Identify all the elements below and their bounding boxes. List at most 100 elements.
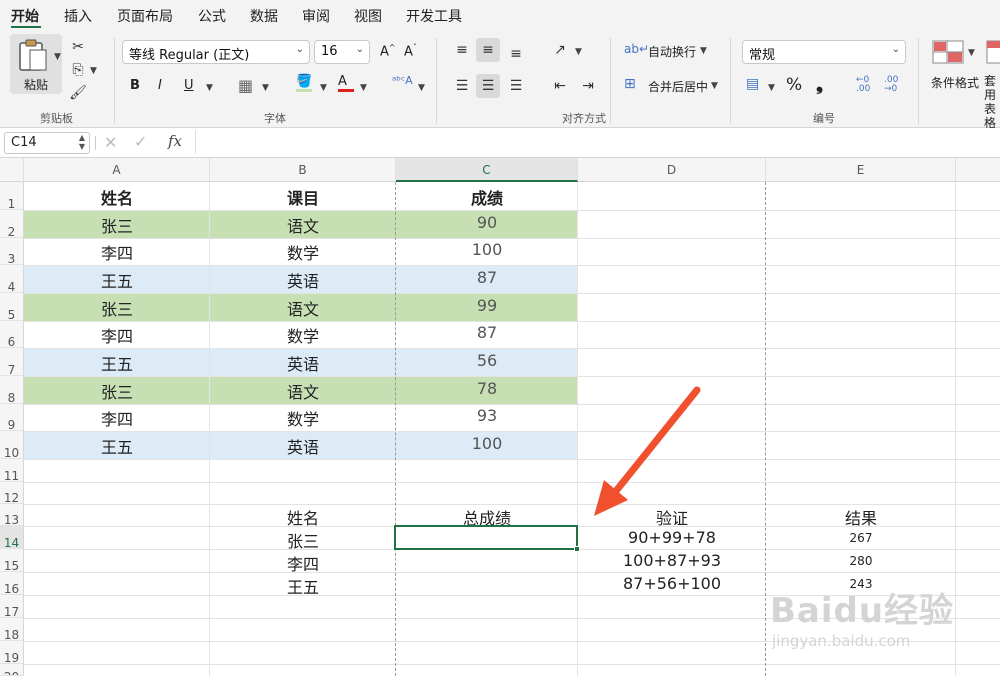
merge-center-caret[interactable]: ▼	[711, 81, 718, 91]
tab-review[interactable]: 审阅	[302, 6, 330, 26]
summary-cell-name[interactable]: 李四	[210, 551, 396, 575]
summary-cell-name[interactable]: 张三	[210, 528, 396, 552]
name-box-stepper-icon[interactable]: ▲ ▼	[79, 133, 85, 151]
summary-cell-check[interactable]: 87+56+100	[578, 574, 766, 593]
row-header-11[interactable]: 11	[0, 459, 24, 483]
select-all-corner[interactable]	[0, 158, 24, 182]
underline-options-caret[interactable]: ▼	[206, 83, 213, 93]
align-right-icon[interactable]: ☰	[504, 74, 528, 98]
summary-header-check[interactable]: 验证	[578, 505, 766, 529]
increase-decimal-icon[interactable]: ←0.00	[856, 76, 870, 94]
tab-page-layout[interactable]: 页面布局	[117, 6, 173, 26]
selected-cell-c14[interactable]	[394, 525, 578, 550]
phonetic-icon[interactable]: ᵃᵇᶜA	[392, 74, 413, 87]
table-cell-subject[interactable]: 数学	[210, 240, 396, 264]
row-header-17[interactable]: 17	[0, 595, 24, 619]
table-cell-name[interactable]: 李四	[24, 240, 210, 264]
row-header-14[interactable]: 14	[0, 526, 24, 550]
table-cell-score[interactable]: 78	[396, 379, 578, 398]
row-header-20[interactable]: 20	[0, 664, 24, 676]
table-format-icon[interactable]	[986, 40, 1000, 66]
table-cell-score[interactable]: 100	[396, 434, 578, 453]
wrap-text-caret[interactable]: ▼	[700, 46, 707, 56]
table-cell-subject[interactable]: 数学	[210, 323, 396, 347]
tab-insert[interactable]: 插入	[64, 6, 92, 26]
conditional-format-caret[interactable]: ▼	[968, 48, 975, 58]
table-cell-score[interactable]: 93	[396, 406, 578, 425]
table-cell-score[interactable]: 99	[396, 296, 578, 315]
table-format-button[interactable]: 套用表格	[984, 74, 1000, 130]
increase-indent-icon[interactable]: ⇥	[576, 74, 600, 98]
tab-view[interactable]: 视图	[354, 6, 382, 26]
row-header-15[interactable]: 15	[0, 549, 24, 573]
table-cell-name[interactable]: 张三	[24, 379, 210, 403]
row-header-4[interactable]: 4	[0, 265, 24, 294]
summary-header-result[interactable]: 结果	[766, 505, 956, 529]
comma-style-icon[interactable]: ❟	[816, 74, 823, 95]
align-left-icon[interactable]: ☰	[450, 74, 474, 98]
percent-icon[interactable]: %	[786, 75, 802, 95]
row-header-2[interactable]: 2	[0, 210, 24, 239]
decrease-decimal-icon[interactable]: .00 →0	[884, 76, 898, 94]
phonetic-caret[interactable]: ▼	[418, 83, 425, 93]
decrease-indent-icon[interactable]: ⇤	[548, 74, 572, 98]
summary-cell-check[interactable]: 100+87+93	[578, 551, 766, 570]
paste-button[interactable]: ▼ 粘贴	[10, 34, 62, 94]
formula-input[interactable]	[195, 130, 995, 154]
table-cell-subject[interactable]: 英语	[210, 351, 396, 375]
summary-cell-name[interactable]: 王五	[210, 574, 396, 598]
row-header-9[interactable]: 9	[0, 404, 24, 432]
row-header-3[interactable]: 3	[0, 238, 24, 266]
conditional-format-icon[interactable]	[932, 40, 966, 66]
row-header-12[interactable]: 12	[0, 482, 24, 505]
name-box[interactable]: C14 ▲ ▼	[4, 132, 90, 154]
italic-icon[interactable]: I	[158, 78, 162, 93]
paste-options-caret[interactable]: ▼	[54, 52, 61, 62]
confirm-entry-icon[interactable]: ✓	[134, 132, 147, 151]
column-header-d[interactable]: D	[578, 158, 766, 182]
align-top-icon[interactable]: ≡	[450, 38, 474, 62]
cut-icon[interactable]: ✂	[66, 35, 90, 59]
table-cell-name[interactable]: 王五	[24, 351, 210, 375]
tab-formulas[interactable]: 公式	[198, 6, 226, 26]
merge-center-button[interactable]: 合并后居中	[648, 78, 708, 95]
font-color-icon[interactable]: A	[338, 74, 354, 92]
row-header-18[interactable]: 18	[0, 618, 24, 642]
column-header-e[interactable]: E	[766, 158, 956, 182]
number-format-dropdown[interactable]: 常规 ⌄	[742, 40, 906, 64]
table-cell-score[interactable]: 90	[396, 213, 578, 232]
table-header-subject[interactable]: 课目	[210, 185, 396, 209]
tab-developer[interactable]: 开发工具	[406, 6, 462, 26]
underline-icon[interactable]: U	[184, 78, 194, 93]
row-header-13[interactable]: 13	[0, 504, 24, 527]
worksheet-grid[interactable]: A B C D E 1 2 3 4 5 6 7 8 9 10 11 12 13 …	[0, 158, 1000, 676]
accounting-format-caret[interactable]: ▼	[768, 83, 775, 93]
orientation-icon[interactable]: ↗	[548, 38, 572, 62]
row-header-10[interactable]: 10	[0, 431, 24, 460]
increase-font-icon[interactable]: A^	[380, 43, 396, 59]
wrap-text-icon[interactable]: ab↵	[624, 42, 649, 56]
accounting-format-icon[interactable]: ▤	[746, 76, 759, 92]
wrap-text-button[interactable]: 自动换行	[648, 43, 696, 60]
table-cell-name[interactable]: 王五	[24, 268, 210, 292]
column-header-c[interactable]: C	[396, 158, 578, 182]
bold-icon[interactable]: B	[130, 78, 140, 93]
table-cell-name[interactable]: 张三	[24, 296, 210, 320]
table-cell-subject[interactable]: 数学	[210, 406, 396, 430]
insert-function-icon[interactable]: fx	[168, 132, 182, 150]
copy-options-caret[interactable]: ▼	[90, 66, 97, 76]
row-header-7[interactable]: 7	[0, 348, 24, 377]
table-cell-name[interactable]: 王五	[24, 434, 210, 458]
table-cell-subject[interactable]: 语文	[210, 296, 396, 320]
merge-center-icon[interactable]: ⊞	[624, 76, 636, 92]
table-cell-name[interactable]: 李四	[24, 406, 210, 430]
row-header-19[interactable]: 19	[0, 641, 24, 665]
row-header-6[interactable]: 6	[0, 321, 24, 349]
fill-color-caret[interactable]: ▼	[320, 83, 327, 93]
table-cell-subject[interactable]: 英语	[210, 268, 396, 292]
align-bottom-icon[interactable]: ≡	[504, 42, 528, 66]
row-header-16[interactable]: 16	[0, 572, 24, 596]
table-cell-name[interactable]: 李四	[24, 323, 210, 347]
summary-cell-check[interactable]: 90+99+78	[578, 528, 766, 547]
align-middle-icon[interactable]: ≡	[476, 38, 500, 62]
